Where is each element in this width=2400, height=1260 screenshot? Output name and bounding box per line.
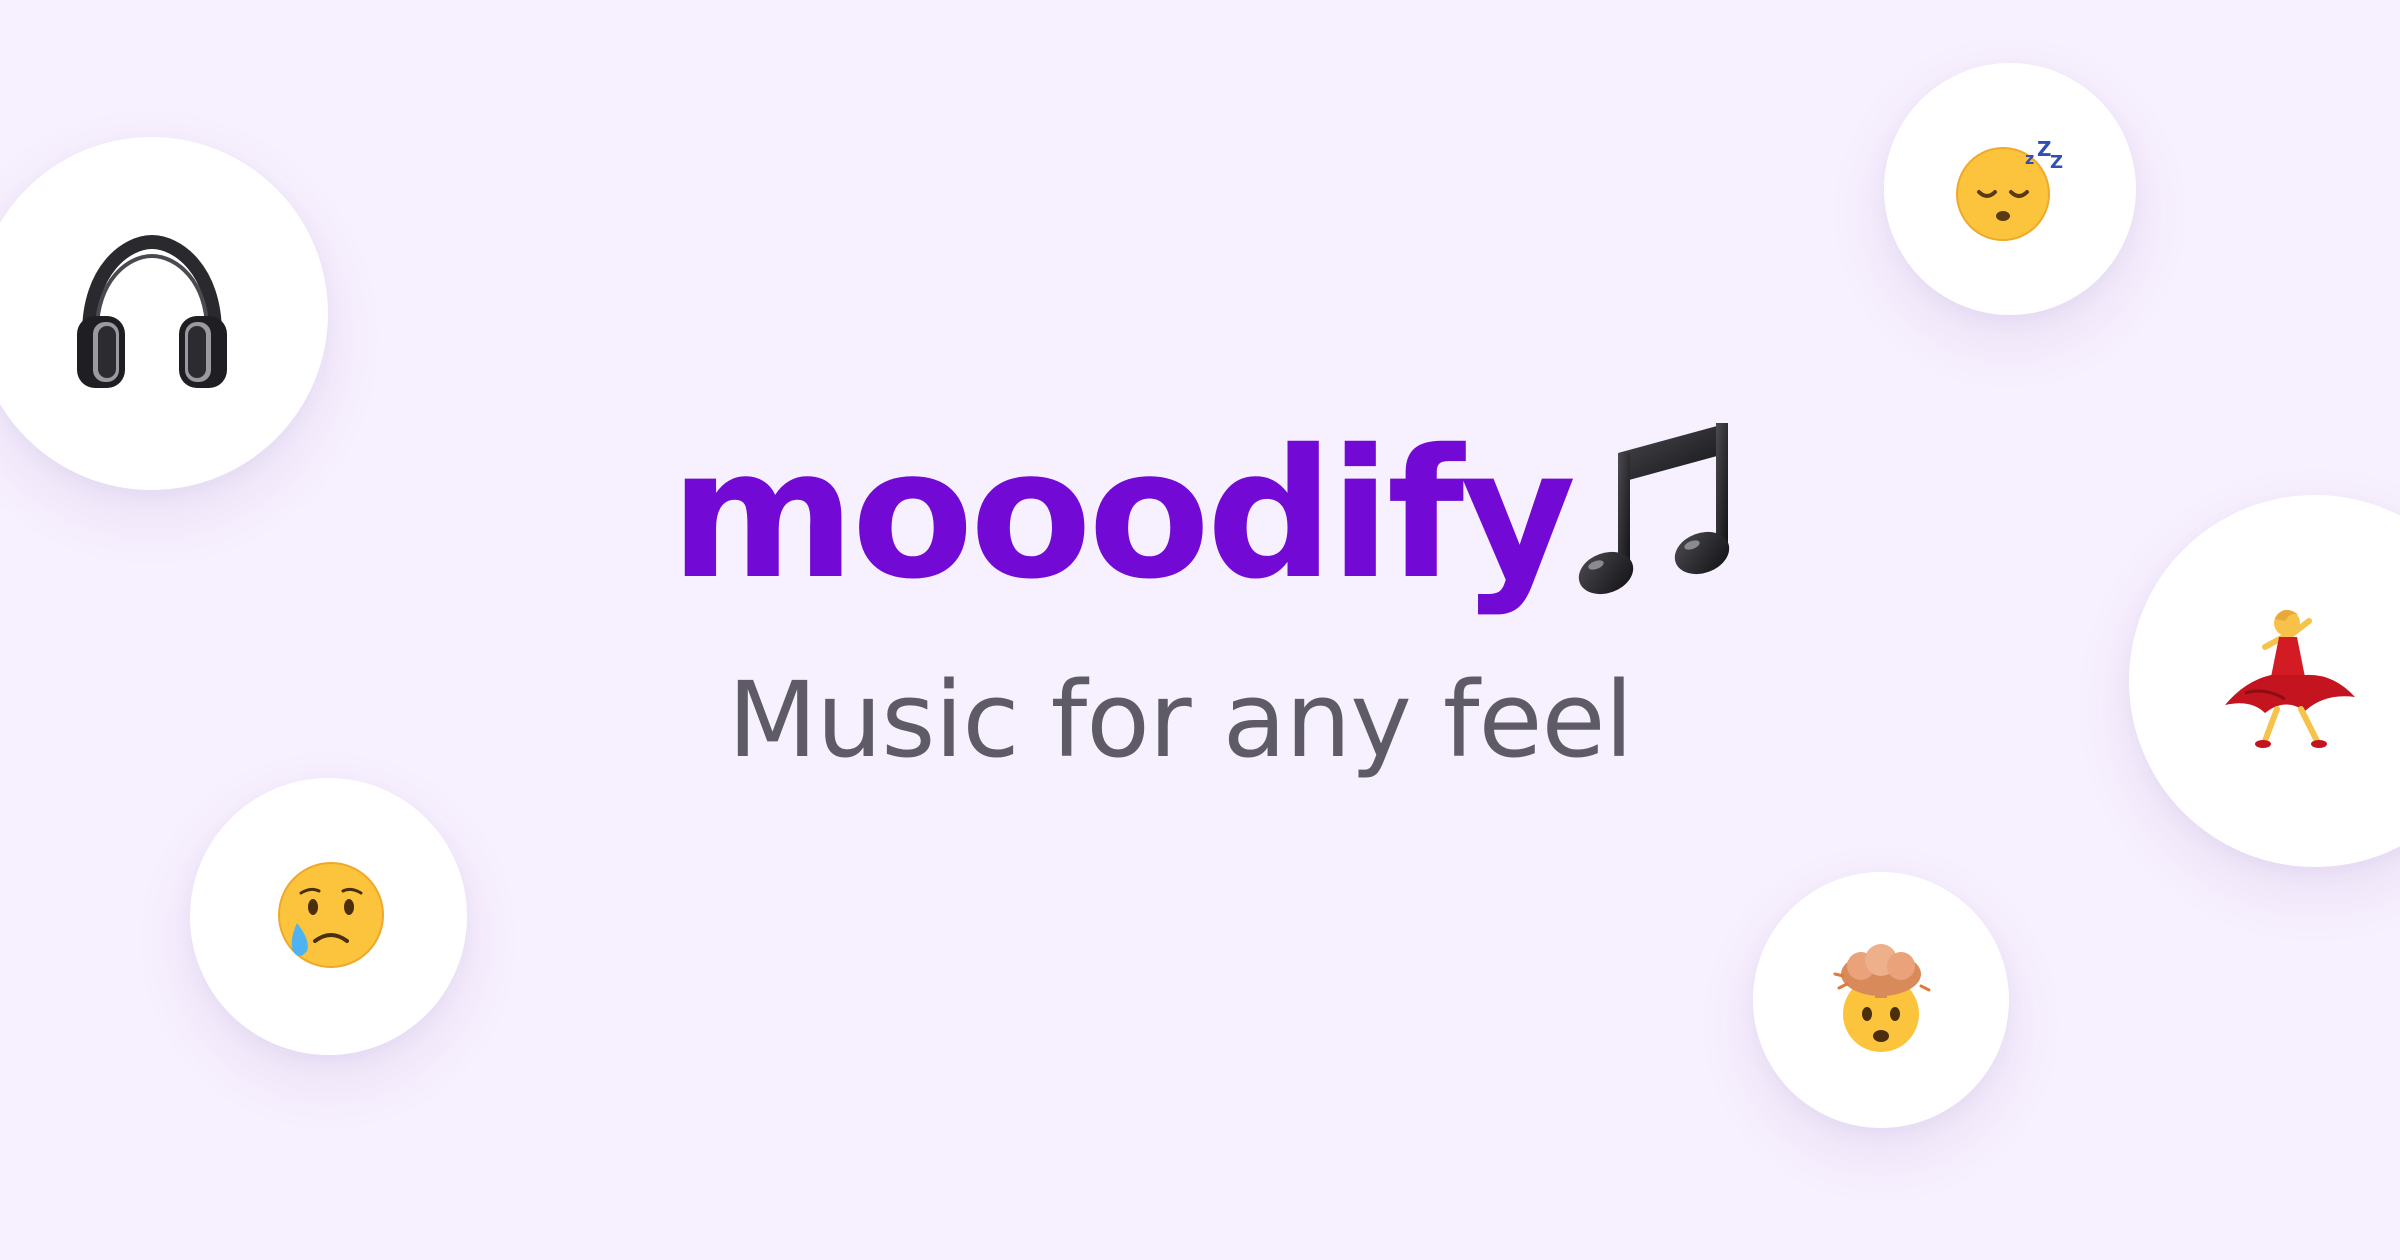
- woman-dancing-icon: [2225, 609, 2355, 748]
- sleeping-face-icon: z Z Z: [1956, 137, 2063, 241]
- svg-text:Z: Z: [2050, 152, 2063, 173]
- crying-face-icon: [277, 861, 384, 968]
- crying-face-bubble: [190, 778, 467, 1055]
- headphones-bubble: [0, 137, 328, 490]
- headphones-icon: [76, 234, 227, 388]
- svg-text:z: z: [2025, 149, 2034, 168]
- sleeping-face-bubble: z Z Z: [1884, 63, 2136, 315]
- brand-name: mooodify: [670, 411, 1576, 618]
- tagline: Music for any feel: [727, 659, 1634, 781]
- woman-dancing-bubble: [2129, 495, 2400, 867]
- exploding-head-bubble: [1753, 872, 2009, 1128]
- exploding-head-icon: [1833, 944, 1931, 1052]
- musical-notes-icon: [1579, 423, 1730, 595]
- brand-lockup: mooodify: [670, 395, 1748, 635]
